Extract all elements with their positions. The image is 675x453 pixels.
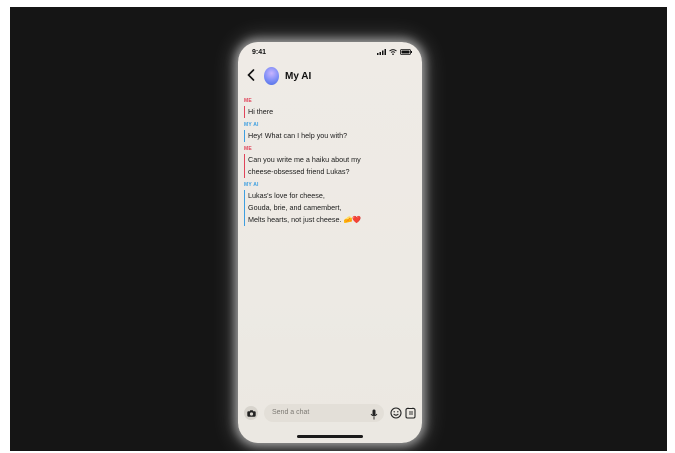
message-line: Melts hearts, not just cheese. 🧀❤️ [248,215,362,224]
chat-header: My AI [238,66,422,90]
message-line: Hey! What can I help you with? [248,131,348,140]
sticker-icon[interactable] [405,406,417,424]
message-sender: ME [244,98,252,104]
back-chevron-icon[interactable] [247,69,255,83]
video-background: 9:41 My AI ME Hi there MY AI Hey! What c… [10,7,667,451]
message: ME Hi there [244,98,414,118]
message-text[interactable]: Hey! What can I help you with? [244,130,414,142]
message: MY AI Lukas's love for cheese, Gouda, br… [244,182,414,226]
camera-icon[interactable] [244,406,258,420]
status-icons [377,49,412,55]
battery-icon [400,49,412,55]
message-sender: MY AI [244,122,259,128]
message: ME Can you write me a haiku about my che… [244,146,414,178]
message: MY AI Hey! What can I help you with? [244,122,414,142]
message-line: Hi there [248,107,274,116]
message-sender: ME [244,146,252,152]
wifi-icon [389,49,397,55]
message-sender: MY AI [244,182,259,188]
status-time: 9:41 [252,49,267,56]
message-line: Lukas's love for cheese, [248,191,325,200]
chat-input-placeholder: Send a chat [272,409,310,416]
chat-thread: ME Hi there MY AI Hey! What can I help y… [244,98,414,230]
home-indicator[interactable] [297,435,363,438]
emoji-icon[interactable] [390,406,402,424]
message-line: Can you write me a haiku about my [248,155,361,164]
message-text[interactable]: Hi there [244,106,414,118]
microphone-icon[interactable] [370,407,378,425]
page-title[interactable]: My AI [285,71,311,82]
message-line: Gouda, brie, and camembert, [248,203,342,212]
message-line: cheese-obsessed friend Lukas? [248,167,350,176]
message-text[interactable]: Can you write me a haiku about my cheese… [244,154,414,178]
message-text[interactable]: Lukas's love for cheese, Gouda, brie, an… [244,190,414,226]
avatar[interactable] [264,67,279,85]
status-bar: 9:41 [238,42,422,62]
chat-input[interactable]: Send a chat [264,404,384,422]
phone-screen: 9:41 My AI ME Hi there MY AI Hey! What c… [238,42,422,443]
signal-icon [377,49,386,55]
composer-bar: Send a chat [238,403,422,423]
